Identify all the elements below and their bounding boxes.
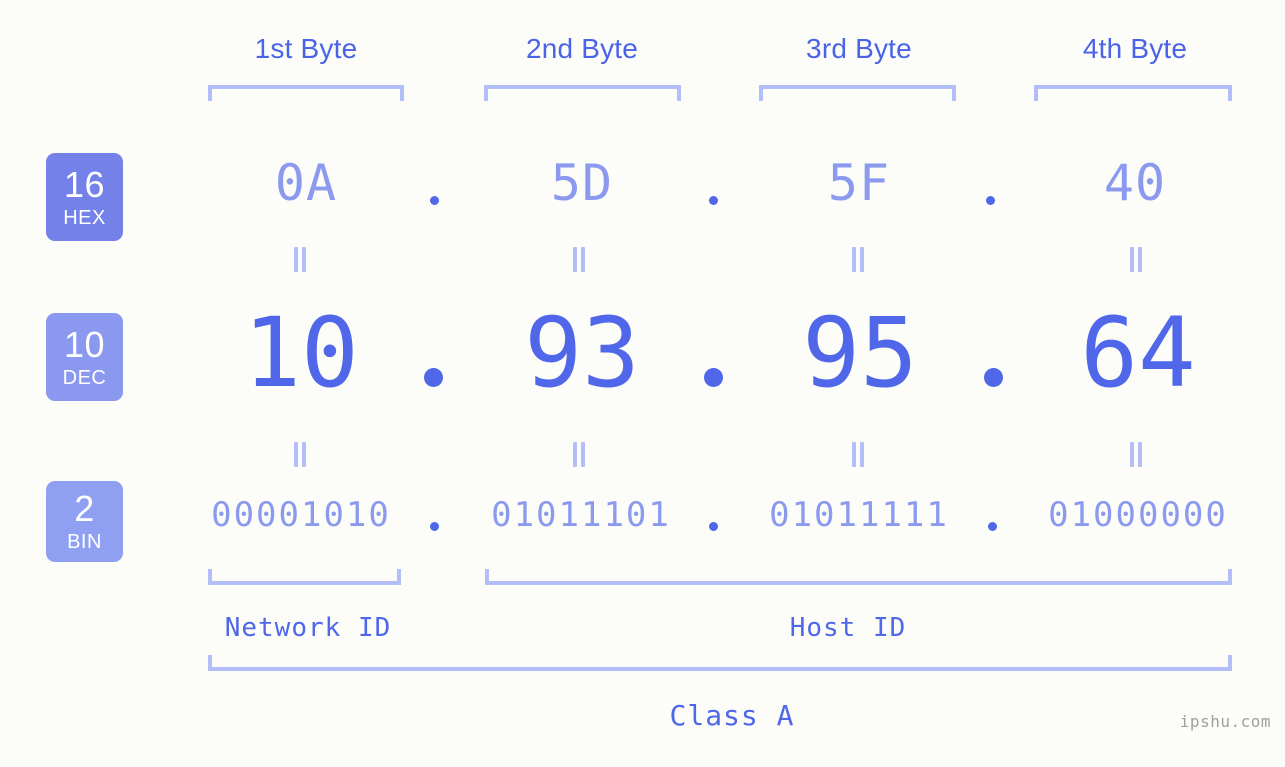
bin-separator-dot-1 — [430, 522, 439, 531]
watermark: ipshu.com — [1179, 712, 1271, 731]
radix-badge-bin-number: 2 — [74, 488, 95, 529]
class-bracket — [208, 655, 1232, 671]
equals-marker-hex-dec-1 — [294, 247, 308, 272]
bin-value-2: 01011101 — [491, 495, 671, 535]
ip-address-breakdown-diagram: 1st Byte 2nd Byte 3rd Byte 4th Byte 16 H… — [0, 0, 1285, 767]
hex-separator-dot-3 — [986, 196, 995, 205]
bin-value-4: 01000000 — [1048, 495, 1228, 535]
radix-badge-bin: 2 BIN — [46, 481, 123, 562]
dec-separator-dot-1 — [424, 368, 443, 387]
hex-value-3: 5F — [827, 154, 891, 212]
radix-badge-dec: 10 DEC — [46, 313, 123, 401]
hex-value-2: 5D — [550, 154, 614, 212]
dec-value-1: 10 — [243, 297, 359, 409]
bin-separator-dot-3 — [988, 522, 997, 531]
radix-badge-dec-label: DEC — [62, 366, 107, 389]
equals-marker-hex-dec-3 — [852, 247, 866, 272]
radix-badge-bin-label: BIN — [67, 531, 102, 553]
radix-badge-hex-number: 16 — [63, 163, 106, 205]
byte-label-4: 4th Byte — [1082, 33, 1188, 64]
radix-badge-hex: 16 HEX — [46, 153, 123, 241]
byte-label-1: 1st Byte — [254, 33, 358, 64]
byte-label-2: 2nd Byte — [525, 33, 639, 64]
equals-marker-dec-bin-4 — [1130, 442, 1144, 467]
equals-marker-hex-dec-2 — [573, 247, 587, 272]
hex-separator-dot-1 — [430, 196, 439, 205]
hex-separator-dot-2 — [709, 196, 718, 205]
dec-value-3: 95 — [802, 297, 918, 409]
host-id-bracket — [485, 569, 1232, 585]
equals-marker-dec-bin-1 — [294, 442, 308, 467]
dec-separator-dot-3 — [984, 368, 1003, 387]
dec-value-2: 93 — [524, 297, 640, 409]
radix-badge-dec-number: 10 — [63, 323, 106, 365]
bin-value-3: 01011111 — [769, 495, 949, 535]
network-id-bracket — [208, 569, 401, 585]
dec-separator-dot-2 — [704, 368, 723, 387]
radix-badge-hex-label: HEX — [63, 206, 106, 229]
bin-value-1: 00001010 — [211, 495, 391, 535]
class-label: Class A — [669, 699, 795, 732]
equals-marker-hex-dec-4 — [1130, 247, 1144, 272]
byte-label-3: 3rd Byte — [806, 33, 912, 64]
host-id-label: Host ID — [789, 613, 907, 643]
equals-marker-dec-bin-3 — [852, 442, 866, 467]
byte-bracket-3 — [759, 85, 956, 101]
network-id-label: Network ID — [224, 613, 392, 643]
hex-value-4: 40 — [1103, 154, 1167, 212]
equals-marker-dec-bin-2 — [573, 442, 587, 467]
byte-bracket-2 — [484, 85, 681, 101]
dec-value-4: 64 — [1080, 297, 1196, 409]
byte-bracket-1 — [208, 85, 404, 101]
bin-separator-dot-2 — [709, 522, 718, 531]
byte-bracket-4 — [1034, 85, 1232, 101]
hex-value-1: 0A — [274, 154, 338, 212]
